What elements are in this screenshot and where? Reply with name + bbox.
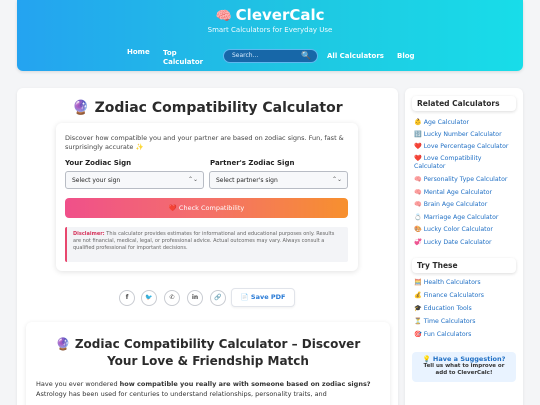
suggestion-line1: Tell us what to improve or [423, 363, 505, 369]
baby-icon: 👶 [414, 119, 422, 126]
share-facebook-icon[interactable]: f [119, 290, 135, 306]
chevron-down-icon: ⌃⌄ [187, 176, 198, 183]
share-linkedin-icon[interactable]: in [187, 290, 203, 306]
sidebar-item-time[interactable]: ⏳ Time Calculators [414, 318, 475, 326]
target-icon: 🎯 [414, 331, 422, 338]
sidebar-item-lucky-color[interactable]: 🎨 Lucky Color Calculator [414, 226, 493, 234]
sidebar-item-label: Lucky Color Calculator [423, 226, 493, 233]
brain-icon: 🧠 [414, 189, 422, 196]
partner-sign-value: Select partner's sign [216, 177, 278, 184]
sidebar-item-brain-age[interactable]: 🧠 Brain Age Calculator [414, 201, 487, 209]
sidebar-item-personality-type[interactable]: 🧠 Personality Type Calculator [414, 176, 507, 184]
sidebar-item-lucky-number[interactable]: 🔢 Lucky Number Calculator [414, 131, 502, 139]
sidebar-item-label: Lucky Number Calculator [423, 131, 502, 138]
sidebar-item-label: Education Tools [423, 305, 472, 312]
sidebar-item-lucky-date[interactable]: 💞 Lucky Date Calculator [414, 239, 492, 247]
sidebar-item-label: Brain Age Calculator [423, 201, 488, 208]
suggestion-box[interactable]: 💡 Have a Suggestion? Tell us what to imp… [412, 352, 516, 382]
nav-top-calculator[interactable]: Top Calculator [163, 49, 203, 67]
sidebar-item-mental-age[interactable]: 🧠 Mental Age Calculator [414, 189, 492, 197]
check-compatibility-button[interactable]: ❤️ Check Compatibility [65, 198, 348, 218]
sidebar-item-age[interactable]: 👶 Age Calculator [414, 119, 469, 127]
brand-name: CleverCalc [235, 6, 325, 24]
brain-icon: 🧠 [414, 201, 422, 208]
your-sign-value: Select your sign [72, 177, 121, 184]
money-bag-icon: 💰 [414, 292, 422, 299]
share-whatsapp-icon[interactable]: ✆ [164, 290, 180, 306]
chevron-down-icon: ⌃⌄ [331, 176, 342, 183]
article-body: Have you ever wondered how compatible yo… [36, 379, 384, 399]
disclaimer-box: Disclaimer: This calculator provides est… [65, 227, 348, 262]
sidebar-item-love-percentage[interactable]: ❤️ Love Percentage Calculator [414, 143, 508, 151]
partner-sign-label: Partner's Zodiac Sign [210, 159, 295, 167]
sidebar-item-label: Love Percentage Calculator [423, 143, 509, 150]
intro-text: Discover how compatible you and your par… [65, 134, 344, 151]
nav-top-calculator-line2: Calculator [163, 58, 204, 66]
share-twitter-icon[interactable]: 🐦 [141, 290, 157, 306]
nav-top-calculator-line1: Top [163, 49, 177, 57]
suggestion-line2: add to CleverCalc! [435, 370, 493, 376]
hourglass-icon: ⏳ [414, 318, 422, 325]
tagline: Smart Calculators for Everyday Use [207, 26, 333, 34]
search-box[interactable]: Search... 🔍 [223, 49, 318, 63]
sidebar-item-label: Finance Calculators [423, 292, 485, 299]
sidebar-item-love-compatibility[interactable]: ❤️ Love Compatibility Calculator [414, 155, 514, 171]
sidebar-item-label: Marriage Age Calculator [423, 214, 499, 221]
disclaimer-label: Disclaimer: [73, 231, 105, 237]
article-body-bold: how compatible you really are with someo… [119, 380, 371, 388]
sidebar-item-fun[interactable]: 🎯 Fun Calculators [414, 331, 471, 339]
disclaimer-text: This calculator provides estimates for i… [73, 231, 335, 251]
sidebar-item-label: Age Calculator [423, 119, 470, 126]
heart-icon: ❤️ [414, 155, 422, 162]
heart-icon: ❤️ [414, 143, 422, 150]
nav-blog[interactable]: Blog [397, 52, 415, 61]
sidebar-item-finance[interactable]: 💰 Finance Calculators [414, 292, 484, 300]
sidebar-item-label: Mental Age Calculator [423, 189, 493, 196]
article-title: 🔮 Zodiac Compatibility Calculator – Disc… [55, 337, 361, 368]
suggestion-title: 💡 Have a Suggestion? [422, 355, 506, 363]
page-title: 🔮 Zodiac Compatibility Calculator [72, 100, 343, 116]
sidebar-item-health[interactable]: 🧮 Health Calculators [414, 279, 481, 287]
search-input[interactable]: Search... [232, 52, 258, 59]
save-pdf-button[interactable]: 📄 Save PDF [231, 288, 295, 307]
partner-sign-select[interactable]: Select partner's sign ⌃⌄ [209, 171, 348, 189]
graduation-cap-icon: 🎓 [414, 305, 422, 312]
hearts-icon: 💞 [414, 239, 422, 246]
sidebar-item-label: Time Calculators [423, 318, 476, 325]
related-calculators-heading: Related Calculators [412, 96, 516, 111]
sidebar-item-label: Health Calculators [423, 279, 481, 286]
brain-icon: 🧠 [414, 176, 422, 183]
sidebar-item-marriage-age[interactable]: 💍 Marriage Age Calculator [414, 214, 498, 222]
article-body-rest: Astrology has been used for centuries to… [36, 390, 327, 398]
search-icon[interactable]: 🔍 [301, 51, 311, 60]
your-sign-label: Your Zodiac Sign [65, 159, 132, 167]
sidebar-item-label: Personality Type Calculator [423, 176, 508, 183]
sidebar-item-education[interactable]: 🎓 Education Tools [414, 305, 472, 313]
sidebar-item-label: Fun Calculators [423, 331, 472, 338]
brain-logo-icon: 🧠 [215, 9, 232, 24]
palette-icon: 🎨 [414, 226, 422, 233]
numbers-icon: 🔢 [414, 131, 422, 138]
abacus-icon: 🧮 [414, 279, 422, 286]
try-these-heading: Try These [412, 258, 516, 273]
copy-link-icon[interactable]: 🔗 [210, 290, 226, 306]
brand[interactable]: 🧠 CleverCalc [17, 6, 523, 24]
sidebar-item-label: Love Compatibility Calculator [414, 155, 482, 170]
sidebar-item-label: Lucky Date Calculator [423, 239, 492, 246]
article-body-start: Have you ever wondered [36, 380, 120, 388]
nav-home[interactable]: Home [127, 48, 150, 57]
ring-icon: 💍 [414, 214, 422, 221]
nav-all-calculators[interactable]: All Calculators [327, 52, 384, 61]
your-sign-select[interactable]: Select your sign ⌃⌄ [65, 171, 204, 189]
